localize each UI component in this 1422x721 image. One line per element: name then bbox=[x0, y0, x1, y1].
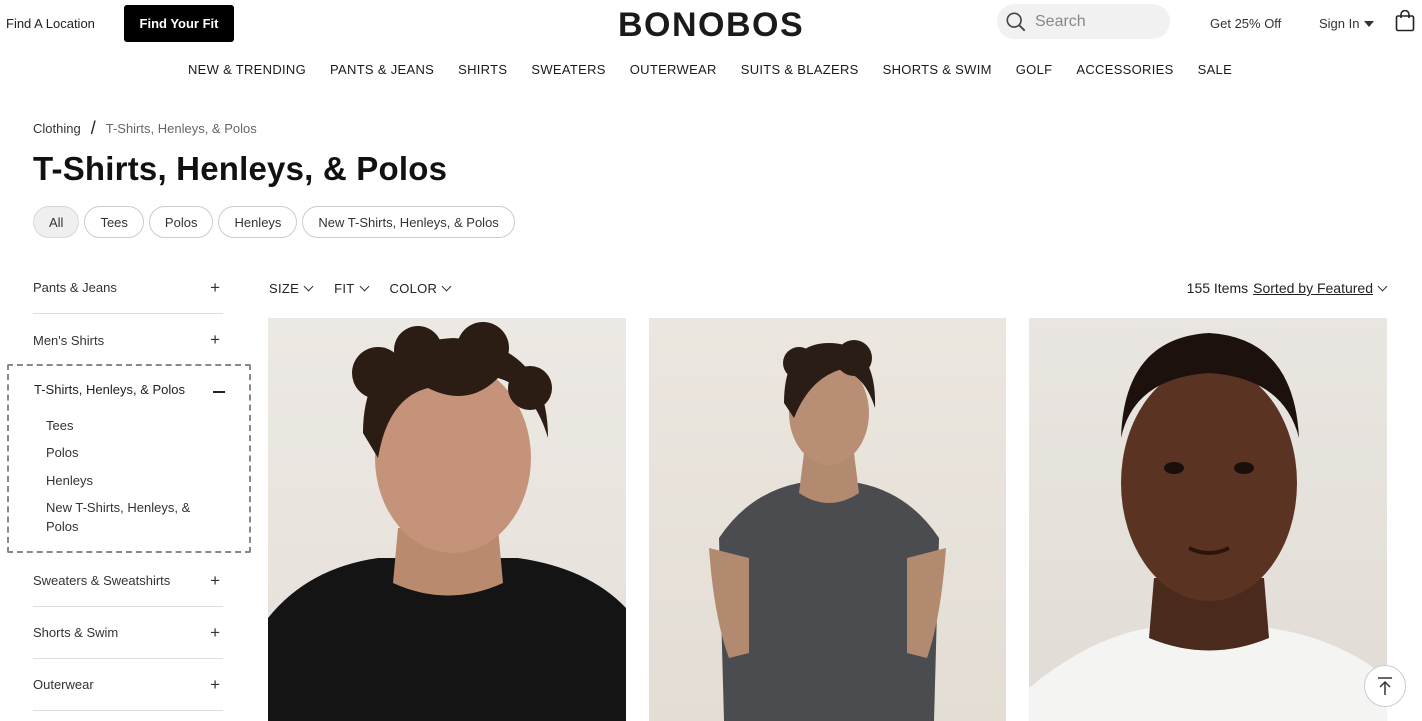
filter-fit[interactable]: FIT bbox=[334, 281, 369, 296]
nav-item-sweaters[interactable]: SWEATERS bbox=[531, 62, 605, 77]
chip-tees[interactable]: Tees bbox=[84, 206, 144, 238]
nav-item-sale[interactable]: SALE bbox=[1198, 62, 1232, 77]
nav-item-new-trending[interactable]: NEW & TRENDING bbox=[188, 62, 306, 77]
nav-item-suits-blazers[interactable]: SUITS & BLAZERS bbox=[741, 62, 859, 77]
plus-icon: + bbox=[210, 277, 220, 297]
search-bar[interactable] bbox=[997, 4, 1170, 39]
filter-size[interactable]: SIZE bbox=[269, 281, 314, 296]
sidebar-item-label: Men's Shirts bbox=[33, 332, 105, 348]
caret-down-icon bbox=[1364, 20, 1375, 27]
sidebar-item-tshirts[interactable]: T-Shirts, Henleys, & Polos bbox=[34, 382, 225, 397]
back-to-top-button[interactable] bbox=[1364, 665, 1406, 707]
sign-in-label: Sign In bbox=[1319, 16, 1360, 31]
nav-item-outerwear[interactable]: OUTERWEAR bbox=[630, 62, 717, 77]
breadcrumb-clothing[interactable]: Clothing bbox=[33, 121, 81, 136]
sidebar-subitem-polos[interactable]: Polos bbox=[46, 443, 79, 462]
category-sidebar: Pants & Jeans + Men's Shirts + bbox=[33, 262, 223, 366]
chip-polos[interactable]: Polos bbox=[148, 206, 214, 238]
filter-bar: SIZE FIT COLOR bbox=[269, 281, 452, 296]
sidebar-expanded-section: T-Shirts, Henleys, & Polos Tees Polos He… bbox=[7, 364, 251, 553]
sign-in-menu[interactable]: Sign In bbox=[1319, 16, 1375, 31]
sidebar-lower: Sweaters & Sweatshirts + Shorts & Swim +… bbox=[33, 555, 223, 711]
sidebar-item-sweaters[interactable]: Sweaters & Sweatshirts + bbox=[33, 555, 223, 607]
nav-item-golf[interactable]: GOLF bbox=[1016, 62, 1053, 77]
top-bar: Find A Location Find Your Fit BONOBOS Ge… bbox=[0, 0, 1422, 50]
nav-item-shirts[interactable]: SHIRTS bbox=[458, 62, 507, 77]
chevron-down-icon bbox=[303, 281, 314, 292]
brand-logo[interactable]: BONOBOS bbox=[618, 6, 804, 45]
product-image[interactable] bbox=[1029, 318, 1387, 721]
sidebar-item-outerwear[interactable]: Outerwear + bbox=[33, 659, 223, 711]
sidebar-item-pants-jeans[interactable]: Pants & Jeans + bbox=[33, 262, 223, 314]
arrow-up-icon bbox=[1378, 677, 1392, 695]
sort-dropdown[interactable]: Sorted by Featured bbox=[1253, 280, 1373, 296]
breadcrumb-separator: / bbox=[90, 118, 96, 138]
plus-icon: + bbox=[210, 570, 220, 590]
nav-item-accessories[interactable]: ACCESSORIES bbox=[1076, 62, 1173, 77]
breadcrumb-current: T-Shirts, Henleys, & Polos bbox=[105, 121, 257, 136]
sidebar-item-shorts-swim[interactable]: Shorts & Swim + bbox=[33, 607, 223, 659]
product-photo-gray-tee bbox=[709, 340, 946, 721]
shopping-bag-icon[interactable] bbox=[1395, 10, 1415, 32]
chevron-down-icon bbox=[359, 281, 369, 292]
minus-icon bbox=[213, 391, 225, 393]
sidebar-subitem-tees[interactable]: Tees bbox=[46, 416, 73, 435]
plus-icon: + bbox=[210, 674, 220, 694]
find-location-link[interactable]: Find A Location bbox=[6, 16, 95, 31]
breadcrumb: Clothing / T-Shirts, Henleys, & Polos bbox=[33, 118, 257, 139]
sidebar-subitem-new[interactable]: New T-Shirts, Henleys, & Polos bbox=[46, 498, 216, 536]
item-count: 155 Items bbox=[1186, 280, 1249, 296]
plus-icon: + bbox=[210, 622, 220, 642]
filter-label: SIZE bbox=[269, 281, 300, 296]
sidebar-item-label: T-Shirts, Henleys, & Polos bbox=[34, 382, 185, 397]
filter-label: FIT bbox=[334, 281, 355, 296]
search-icon bbox=[1006, 11, 1026, 31]
chevron-down-icon[interactable] bbox=[1377, 281, 1388, 291]
sidebar-item-label: Pants & Jeans bbox=[33, 280, 117, 295]
chip-henleys[interactable]: Henleys bbox=[218, 206, 298, 238]
chip-new[interactable]: New T-Shirts, Henleys, & Polos bbox=[302, 206, 515, 238]
sidebar-subitem-henleys[interactable]: Henleys bbox=[46, 471, 93, 490]
filter-color[interactable]: COLOR bbox=[389, 281, 452, 296]
sort-bar: 155 Items Sorted by Featured bbox=[1186, 280, 1388, 296]
product-image[interactable] bbox=[649, 318, 1006, 721]
product-photo-black-tee bbox=[268, 322, 626, 721]
sidebar-item-label: Shorts & Swim bbox=[33, 625, 119, 640]
plus-icon: + bbox=[210, 330, 220, 349]
filter-label: COLOR bbox=[389, 281, 438, 296]
nav-item-pants-jeans[interactable]: PANTS & JEANS bbox=[330, 62, 434, 77]
chevron-down-icon bbox=[441, 281, 452, 292]
nav-item-shorts-swim[interactable]: SHORTS & SWIM bbox=[883, 62, 992, 77]
find-your-fit-button[interactable]: Find Your Fit bbox=[124, 5, 234, 42]
product-image[interactable] bbox=[268, 318, 626, 721]
page-title: T-Shirts, Henleys, & Polos bbox=[33, 150, 448, 187]
search-input[interactable] bbox=[1035, 12, 1155, 31]
product-photo-white-tee bbox=[1029, 333, 1387, 721]
main-nav: NEW & TRENDING PANTS & JEANS SHIRTS SWEATER… bbox=[0, 62, 1422, 77]
category-chips: All Tees Polos Henleys New T-Shirts, Hen… bbox=[33, 206, 515, 238]
sidebar-item-label: Sweaters & Sweatshirts bbox=[33, 573, 171, 588]
sidebar-item-label: Outerwear bbox=[33, 677, 94, 692]
chip-all[interactable]: All bbox=[33, 206, 80, 238]
promo-link[interactable]: Get 25% Off bbox=[1210, 16, 1281, 31]
sidebar-item-mens-shirts[interactable]: Men's Shirts + bbox=[33, 314, 223, 366]
